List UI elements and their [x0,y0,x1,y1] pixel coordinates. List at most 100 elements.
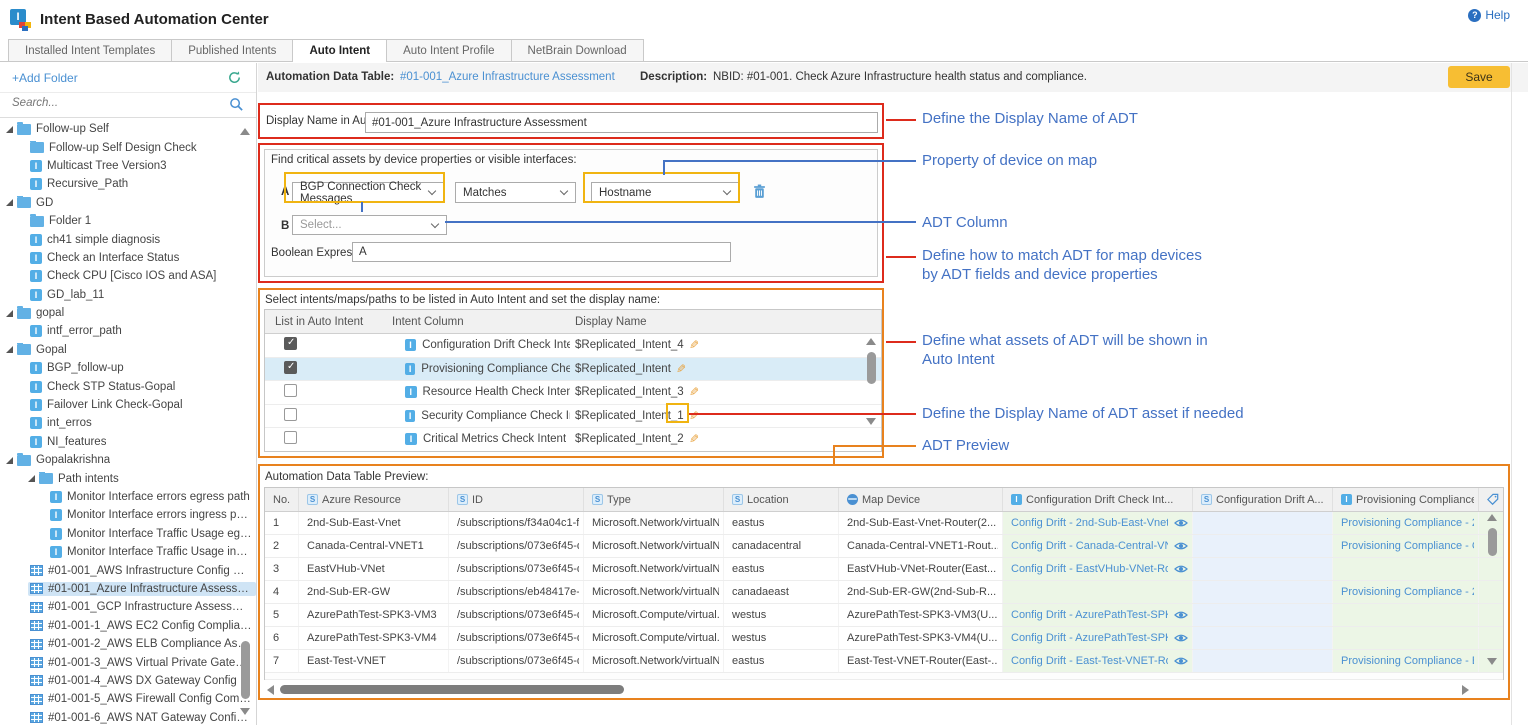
tree-item[interactable]: Follow-up Self [0,120,256,138]
search-icon[interactable] [229,97,244,112]
display-name-input[interactable] [365,112,878,133]
tree-item[interactable]: I Check CPU [Cisco IOS and ASA] [0,267,256,285]
tab-netbrain-download[interactable]: NetBrain Download [511,39,644,61]
list-in-auto-intent-checkbox[interactable] [284,431,297,444]
edit-pencil-icon[interactable]: ✎ [689,386,699,398]
tree-item[interactable]: Folder 1 [0,212,256,230]
tab-published-intents[interactable]: Published Intents [171,39,293,61]
tab-installed-intent-templates[interactable]: Installed Intent Templates [8,39,172,61]
tree-item[interactable]: I Multicast Tree Version3 [0,157,256,175]
tree-item[interactable]: I int_erros [0,414,256,432]
preview-cell-config_drift[interactable]: Config Drift - AzurePathTest-SPK3-V... [1003,627,1193,649]
preview-cell-provisioning[interactable]: Provisioning Compliance - 2nd-Sub [1333,512,1479,534]
expand-arrow-icon[interactable] [6,198,15,207]
edit-pencil-icon[interactable]: ✎ [689,410,699,422]
preview-col-azure_resource[interactable]: SAzure Resource [299,488,449,511]
tree-item[interactable]: I intf_error_path [0,322,256,340]
tree-item[interactable]: #01-001-4_AWS DX Gateway Config Compli..… [0,672,256,690]
preview-cell-provisioning[interactable]: Provisioning Compliance - East-Test [1333,650,1479,672]
save-button[interactable]: Save [1448,66,1510,88]
preview-cell-config_drift[interactable]: Config Drift - Canada-Central-VNET1-... [1003,535,1193,557]
tree-scroll-up-arrow[interactable] [240,128,250,135]
expand-arrow-icon[interactable] [6,309,15,318]
preview-col-config_drift[interactable]: IConfiguration Drift Check Int... [1003,488,1193,511]
tree-item[interactable]: #01-001-6_AWS NAT Gateway Config Compl..… [0,709,256,725]
tree-scrollbar-thumb[interactable] [241,641,250,699]
tag-icon[interactable] [1487,493,1499,506]
tree-item[interactable]: #01-001-3_AWS Virtual Private Gateway Co… [0,653,256,671]
row-b-column-dropdown[interactable]: Select... [292,215,447,235]
intents-scroll-down-arrow[interactable] [866,418,876,425]
adt-name-link[interactable]: #01-001_Azure Infrastructure Assessment [400,71,615,83]
delete-row-trash-icon[interactable] [753,184,766,199]
tree-item[interactable]: gopal [0,304,256,322]
tree-item[interactable]: I Monitor Interface errors egress path [0,488,256,506]
tree-item[interactable]: I BGP_follow-up [0,359,256,377]
add-folder-button[interactable]: +Add Folder [12,71,78,85]
row-a-column-dropdown[interactable]: BGP Connection Check Messages [292,182,444,203]
preview-col-map_device[interactable]: Map Device [839,488,1003,511]
expand-arrow-icon[interactable] [6,456,15,465]
boolean-expression-input[interactable] [352,242,731,262]
preview-scroll-down-arrow[interactable] [1487,658,1497,665]
preview-col-provisioning[interactable]: IProvisioning Compliance ... [1333,488,1479,511]
tree-item[interactable]: GD [0,194,256,212]
tab-auto-intent[interactable]: Auto Intent [292,39,387,62]
tree-item[interactable]: #01-001-1_AWS EC2 Config Compliance Ass.… [0,617,256,635]
preview-scroll-right-arrow[interactable] [1462,685,1469,695]
tree-item[interactable]: Path intents [0,469,256,487]
eye-icon[interactable] [1174,564,1188,574]
preview-col-no[interactable]: No. [265,488,299,511]
eye-icon[interactable] [1174,610,1188,620]
eye-icon[interactable] [1174,541,1188,551]
tree-item[interactable]: Follow-up Self Design Check [0,138,256,156]
intents-scroll-up-arrow[interactable] [866,338,876,345]
search-input[interactable] [12,97,222,109]
expand-arrow-icon[interactable] [6,345,15,354]
preview-cell-provisioning[interactable]: Provisioning Compliance - Canada- [1333,535,1479,557]
tree-item[interactable]: I Check an Interface Status [0,249,256,267]
preview-hscrollbar-thumb[interactable] [280,685,624,694]
help-link[interactable]: ? Help [1468,8,1510,22]
tree-item[interactable]: I Monitor Interface errors ingress path [0,506,256,524]
tree-scroll-down-arrow[interactable] [240,708,250,715]
preview-cell-provisioning[interactable]: Provisioning Compliance - 2nd-Sub [1333,581,1479,603]
preview-cell-config_drift[interactable]: Config Drift - AzurePathTest-SPK3-V... [1003,604,1193,626]
tree-item[interactable]: I Recursive_Path [0,175,256,193]
preview-scroll-left-arrow[interactable] [267,685,274,695]
tree-item[interactable]: I Monitor Interface Traffic Usage ingres… [0,543,256,561]
preview-cell-config_drift[interactable]: Config Drift - 2nd-Sub-East-Vnet-Rou... [1003,512,1193,534]
preview-cell-config_drift[interactable]: Config Drift - EastVHub-VNet-Router(... [1003,558,1193,580]
refresh-icon[interactable] [227,70,242,85]
preview-col-location[interactable]: SLocation [724,488,839,511]
intents-scrollbar-thumb[interactable] [867,352,876,384]
edit-pencil-icon[interactable]: ✎ [676,363,686,375]
preview-col-config_drift_a[interactable]: SConfiguration Drift A... [1193,488,1333,511]
edit-pencil-icon[interactable]: ✎ [689,339,699,351]
tree-item[interactable]: #01-001_AWS Infrastructure Config Compli… [0,561,256,579]
row-a-property-dropdown[interactable]: Hostname [591,182,739,203]
expand-arrow-icon[interactable] [6,125,15,134]
row-a-operator-dropdown[interactable]: Matches [455,182,576,203]
edit-pencil-icon[interactable]: ✎ [689,433,699,445]
tree-item[interactable]: #01-001-2_AWS ELB Compliance Assessment [0,635,256,653]
tree-item[interactable]: Gopalakrishna [0,451,256,469]
tree-item[interactable]: I NI_features [0,433,256,451]
list-in-auto-intent-checkbox[interactable] [284,337,297,350]
expand-arrow-icon[interactable] [28,474,37,483]
preview-vscrollbar-thumb[interactable] [1488,528,1497,556]
list-in-auto-intent-checkbox[interactable] [284,408,297,421]
tree-item[interactable]: Gopal [0,341,256,359]
preview-col-type[interactable]: SType [584,488,724,511]
eye-icon[interactable] [1174,518,1188,528]
tree-item[interactable]: I Failover Link Check-Gopal [0,396,256,414]
preview-col-id[interactable]: SID [449,488,584,511]
tree-item[interactable]: I Monitor Interface Traffic Usage egress… [0,525,256,543]
preview-cell-config_drift[interactable]: Config Drift - East-Test-VNET-Router(... [1003,650,1193,672]
list-in-auto-intent-checkbox[interactable] [284,361,297,374]
tree-item[interactable]: I GD_lab_11 [0,286,256,304]
preview-scroll-up-arrow[interactable] [1487,514,1497,521]
tab-auto-intent-profile[interactable]: Auto Intent Profile [386,39,511,61]
tree-item[interactable]: #01-001_GCP Infrastructure Assessment [0,598,256,616]
tree-item[interactable]: #01-001_Azure Infrastructure Assessment [0,580,256,598]
